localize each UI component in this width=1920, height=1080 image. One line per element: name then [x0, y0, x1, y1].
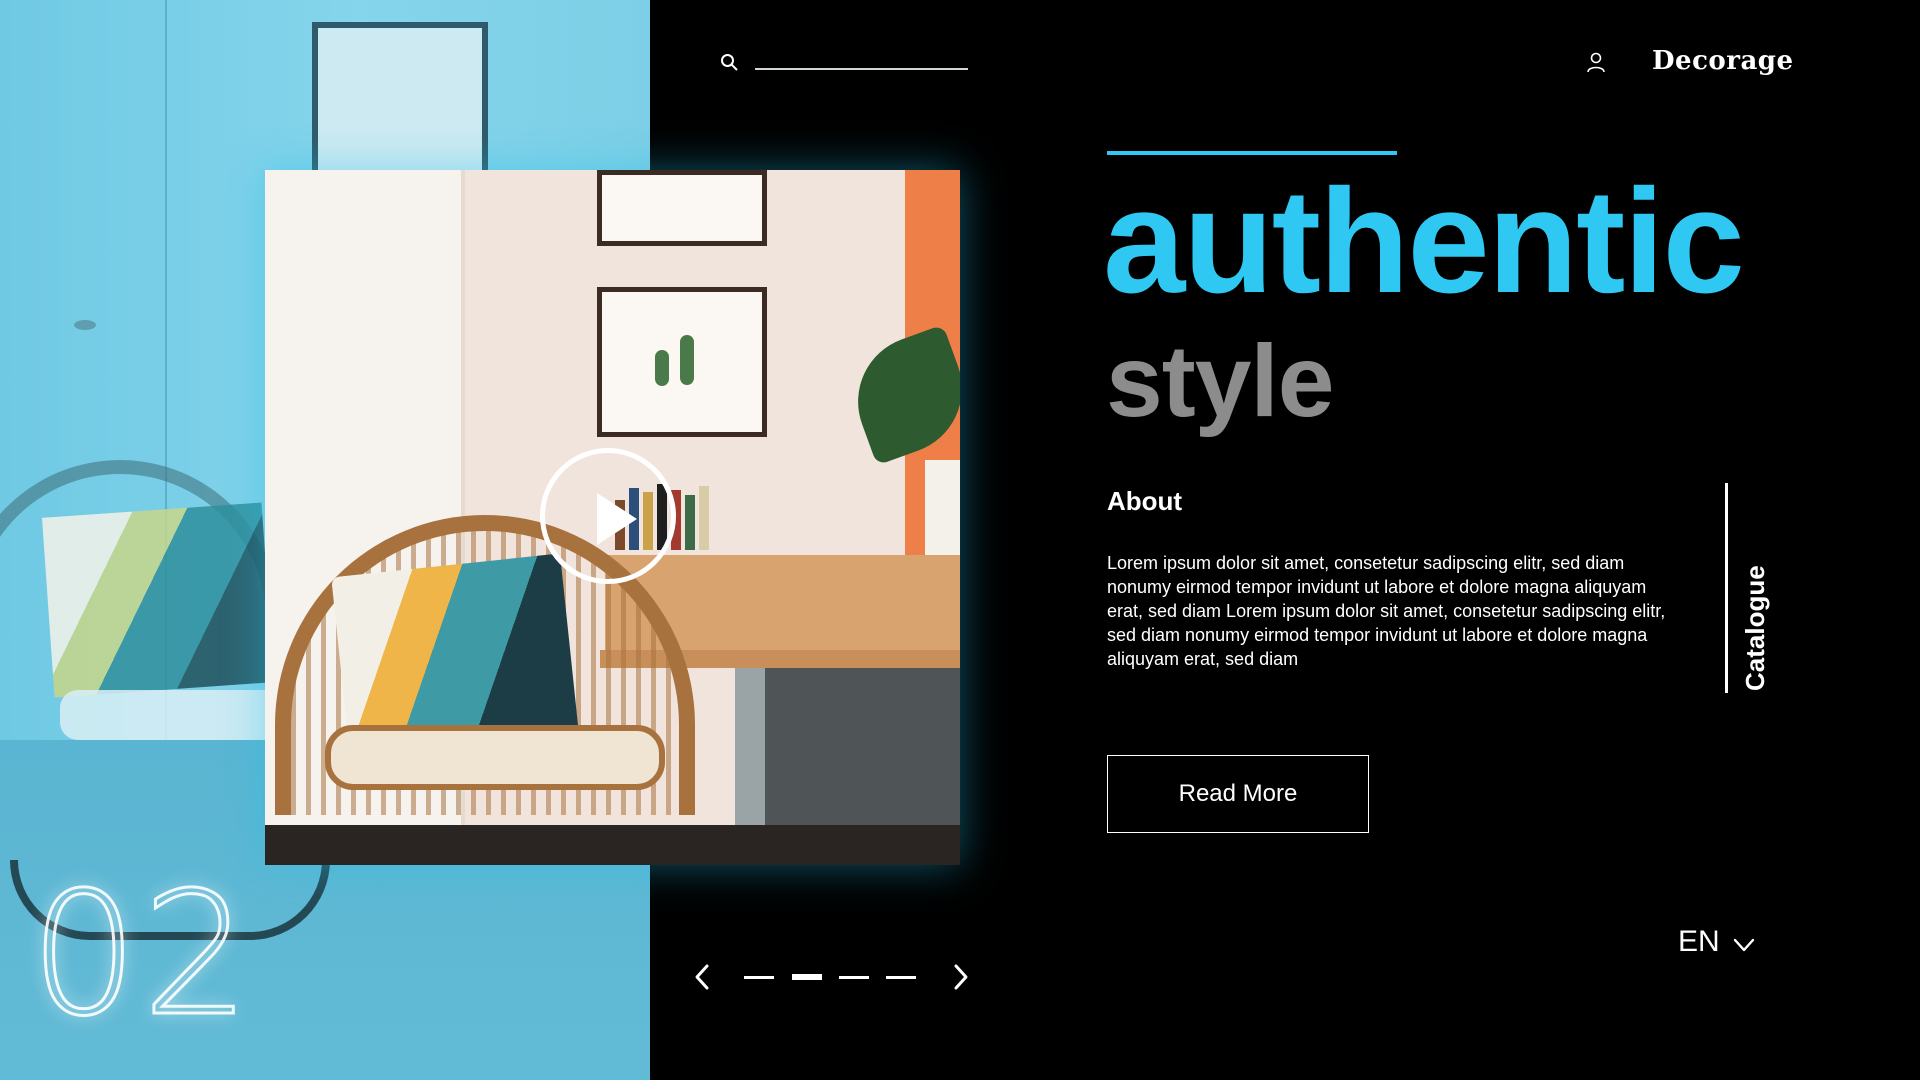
- slide-indicator-2[interactable]: [792, 974, 822, 980]
- headline-secondary: style: [1106, 324, 1334, 438]
- door-knob: [74, 320, 96, 330]
- accent-line: [1107, 151, 1397, 155]
- catalogue-link[interactable]: Catalogue: [1740, 565, 1771, 691]
- slide-number: 02: [28, 856, 255, 1054]
- catalogue-divider: [1725, 483, 1728, 693]
- about-body: Lorem ipsum dolor sit amet, consetetur s…: [1107, 553, 1666, 669]
- plant-pot: [925, 460, 960, 560]
- search-input[interactable]: [755, 44, 968, 70]
- read-more-button[interactable]: Read More: [1107, 755, 1369, 833]
- slide-indicator-4[interactable]: [886, 976, 916, 979]
- chevron-right-icon[interactable]: [947, 962, 975, 992]
- play-button[interactable]: [540, 448, 676, 584]
- framed-plant: [680, 335, 694, 385]
- search-icon[interactable]: [720, 53, 738, 71]
- brand-logo[interactable]: Decorage: [1652, 46, 1794, 76]
- chevron-down-icon[interactable]: [1733, 937, 1755, 953]
- user-icon[interactable]: [1586, 51, 1606, 73]
- about-title: About: [1107, 486, 1183, 516]
- chair-seat: [325, 725, 665, 790]
- framed-plant: [655, 350, 669, 386]
- slide-indicator-1[interactable]: [744, 976, 774, 979]
- chevron-left-icon[interactable]: [688, 962, 716, 992]
- play-icon: [597, 493, 637, 545]
- background-seat: [60, 690, 290, 740]
- photo-floor: [265, 825, 960, 865]
- background-wall-frame: [312, 22, 488, 182]
- background-pillow: [41, 502, 275, 698]
- photo-frame-top: [597, 170, 767, 246]
- language-selector[interactable]: EN: [1678, 925, 1720, 959]
- headline-primary: authentic: [1103, 159, 1745, 324]
- slide-indicator-3[interactable]: [839, 976, 869, 979]
